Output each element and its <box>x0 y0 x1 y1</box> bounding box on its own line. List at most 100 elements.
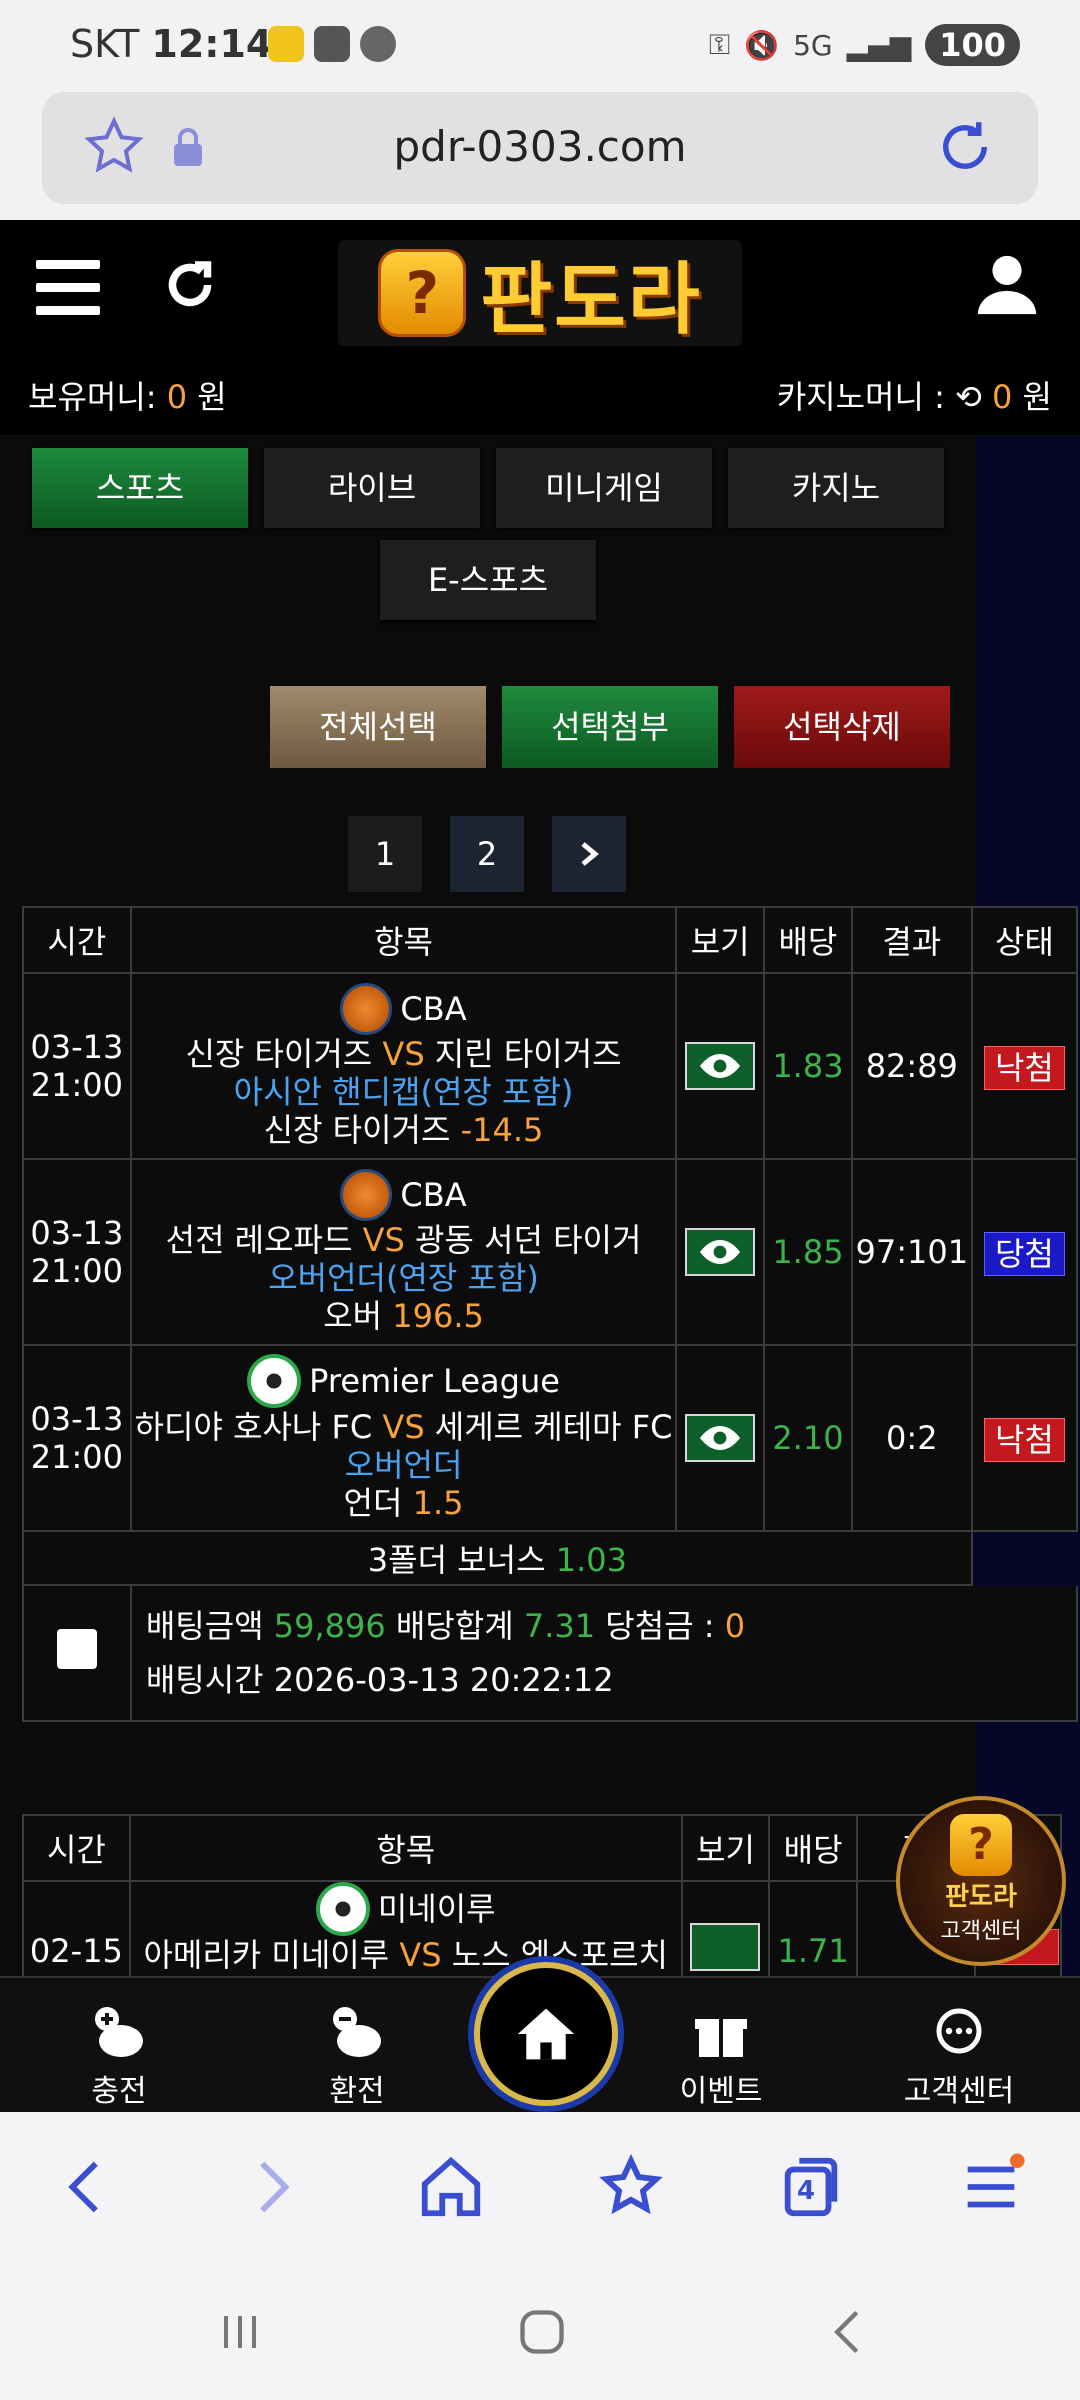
status-bar: SKT 12:14 ⚿ 🔇 5G ▂▄▆ 100 <box>0 0 1080 92</box>
bet-time-label: 배팅시간 <box>145 1661 264 1699</box>
delete-selected-button[interactable]: 선택삭제 <box>734 686 950 768</box>
float-subtitle: 고객센터 <box>940 1919 1022 1944</box>
customer-center-float-button[interactable]: ? 판도라 고객센터 <box>896 1796 1066 1966</box>
tab-count: 4 <box>797 2176 816 2206</box>
home-team: 하디야 호사나 FC <box>134 1408 373 1446</box>
android-back-icon[interactable] <box>822 2306 874 2358</box>
view-cell <box>675 1158 766 1346</box>
bet-pick: 언더 <box>343 1484 403 1522</box>
select-cell <box>22 1584 132 1722</box>
clock: 12:14 <box>151 22 273 66</box>
view-eye-button[interactable] <box>685 1042 756 1090</box>
soccer-ball-icon <box>247 1354 302 1408</box>
casino-money-label: 카지노머니 : <box>776 378 945 416</box>
battery-level: 100 <box>925 24 1020 66</box>
menu-icon[interactable] <box>36 260 100 316</box>
site-logo[interactable]: ? 판도라 <box>338 240 742 346</box>
gift-icon <box>695 2019 747 2057</box>
nav-charge-label: 충전 <box>91 2074 147 2109</box>
bet-date: 03-13 <box>30 1400 124 1438</box>
refresh-icon[interactable] <box>160 255 220 315</box>
tab-sports[interactable]: 스포츠 <box>32 448 248 528</box>
league-name: Premier League <box>309 1362 560 1400</box>
address-bar[interactable]: pdr-0303.com <box>42 92 1038 204</box>
browser-menu-icon[interactable] <box>956 2152 1026 2222</box>
bet-item: Premier League 하디야 호사나 FC VS 세게르 케테마 FC … <box>129 1344 678 1532</box>
view-eye-button[interactable] <box>685 1414 756 1462</box>
table-row: 03-13 21:00 CBA 선전 레오파드 VS 광동 서던 타이거 오버언더… <box>22 1158 1079 1346</box>
bet-slip-table: 시간 항목 보기 배당 결과 상태 03-13 21:00 CBA 신장 타이거즈… <box>22 906 1079 1722</box>
bet-date: 03-13 <box>30 1214 124 1252</box>
float-title: 판도라 <box>945 1882 1017 1912</box>
browser-reload-icon[interactable] <box>932 114 998 180</box>
amount-value: 59,896 <box>273 1607 386 1645</box>
amount-label: 배팅금액 <box>145 1607 264 1645</box>
recent-apps-icon[interactable] <box>216 2308 264 2356</box>
browser-bottom-bar: 4 <box>0 2112 1080 2262</box>
view-eye-button[interactable] <box>685 1228 756 1276</box>
android-home-icon[interactable] <box>516 2306 568 2358</box>
tab-minigame[interactable]: 미니게임 <box>496 448 712 528</box>
folder-bonus: 3폴더 보너스 1.03 <box>22 1530 973 1586</box>
bonus-value: 1.03 <box>555 1541 627 1579</box>
view-eye-button[interactable] <box>690 1923 761 1971</box>
page-1-button[interactable]: 1 <box>348 816 422 892</box>
browser-home-icon[interactable] <box>416 2152 486 2222</box>
home-team: 선전 레오파드 <box>165 1221 353 1259</box>
table-row: 03-13 21:00 CBA 신장 타이거즈 VS 지린 타이거즈 아시안 핸디… <box>22 972 1079 1160</box>
piggy-plus-icon <box>95 2007 143 2057</box>
vs-label: VS <box>399 1936 442 1974</box>
eye-icon <box>700 1240 741 1264</box>
bookmarks-icon[interactable] <box>596 2152 666 2222</box>
status-badge: 낙첨 <box>983 1418 1065 1462</box>
youtube-icon <box>314 26 350 62</box>
league-name: 미네이루 <box>377 1890 496 1928</box>
bet-summary: 배팅금액 59,896 배당합계 7.31 당첨금 : 0 배팅시간 2026-… <box>129 1584 1079 1722</box>
tabs-button[interactable]: 4 <box>776 2152 846 2222</box>
next-page-button[interactable] <box>552 816 626 892</box>
casino-refresh-icon[interactable]: ⟲ <box>955 378 982 416</box>
vs-label: VS <box>362 1221 405 1259</box>
result-score: 82:89 <box>850 972 973 1160</box>
tab-casino[interactable]: 카지노 <box>728 448 944 528</box>
network-type: 5G <box>793 28 833 62</box>
select-all-button[interactable]: 전체선택 <box>270 686 486 768</box>
header-view: 보기 <box>680 1814 771 1882</box>
header-result: 결과 <box>850 906 973 974</box>
odds-value: 1.85 <box>763 1158 853 1346</box>
bet-select-checkbox[interactable] <box>56 1629 97 1669</box>
bet-pick: 오버 <box>323 1297 383 1335</box>
status-cell: 낙첨 <box>970 972 1079 1160</box>
casino-money: 카지노머니 : ⟲ 0 원 <box>777 372 1052 418</box>
nav-exchange-label: 환전 <box>329 2074 385 2109</box>
tab-live[interactable]: 라이브 <box>264 448 480 528</box>
headset-chat-icon <box>936 2008 982 2054</box>
odds-value: 2.10 <box>763 1344 853 1532</box>
page-2-button[interactable]: 2 <box>450 816 524 892</box>
market-type: 오버언더 <box>344 1446 463 1484</box>
attach-selected-button[interactable]: 선택첨부 <box>502 686 718 768</box>
vs-label: VS <box>382 1035 425 1073</box>
home-icon <box>517 2008 575 2060</box>
forward-icon[interactable] <box>236 2152 306 2222</box>
nav-event[interactable]: 이벤트 <box>646 2004 796 2110</box>
back-icon[interactable] <box>52 2152 122 2222</box>
bet-date: 02-15 <box>22 1880 131 1976</box>
logo-text: 판도라 <box>480 255 702 345</box>
nav-exchange[interactable]: 환전 <box>282 2004 432 2110</box>
tab-esports[interactable]: E-스포츠 <box>380 540 596 620</box>
bet-time: 03-13 21:00 <box>22 972 132 1160</box>
league-name: CBA <box>400 990 467 1028</box>
home-team: 아메리카 미네이루 <box>143 1936 390 1974</box>
bonus-spacer <box>970 1530 1079 1586</box>
home-button[interactable] <box>474 1962 618 2106</box>
system-icons: ⚿ 🔇 5G ▂▄▆ 100 <box>709 24 1020 66</box>
win-value: 0 <box>724 1607 746 1645</box>
nav-charge[interactable]: 충전 <box>44 2004 194 2110</box>
signal-icon: ▂▄▆ <box>846 28 912 62</box>
user-icon[interactable] <box>972 248 1042 322</box>
market-type: 아시안 핸디캡(연장 포함) <box>233 1073 574 1111</box>
nav-support[interactable]: 고객센터 <box>884 2004 1034 2110</box>
notification-icons <box>268 26 396 62</box>
header-view: 보기 <box>675 906 766 974</box>
